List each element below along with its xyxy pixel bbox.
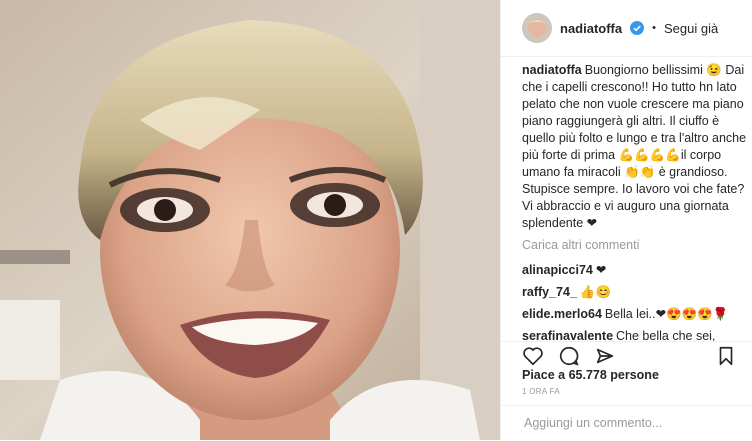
post-sidebar: nadiatoffa • Segui già nadiatoffa Buongio… xyxy=(500,0,752,440)
comment-username[interactable]: alinapicci74 xyxy=(522,263,593,277)
comment-text: Bella lei..❤😍😍😍🌹 xyxy=(604,307,729,321)
likes-count[interactable]: Piace a 65.778 persone xyxy=(522,368,659,382)
avatar[interactable] xyxy=(522,13,552,43)
comments-list: nadiatoffa Buongiorno bellissimi 😉 Dai ch… xyxy=(522,62,752,341)
comment-item: elide.merlo64 Bella lei..❤😍😍😍🌹 xyxy=(522,306,752,323)
post-header: nadiatoffa • Segui già xyxy=(501,0,752,57)
comment-username[interactable]: raffy_74_ xyxy=(522,285,577,299)
share-icon[interactable] xyxy=(594,345,616,367)
instagram-post: nadiatoffa • Segui già nadiatoffa Buongio… xyxy=(0,0,752,440)
separator: • xyxy=(652,22,656,34)
action-bar xyxy=(501,341,752,368)
comment-text: 👍😊 xyxy=(579,285,612,299)
comment-item: raffy_74_ 👍😊 xyxy=(522,284,752,301)
comment-username[interactable]: serafinavalente xyxy=(522,329,613,341)
add-comment-input[interactable] xyxy=(522,415,726,431)
follow-button[interactable]: Segui già xyxy=(664,21,718,36)
post-photo[interactable] xyxy=(0,0,500,440)
load-more-comments[interactable]: Carica altri commenti xyxy=(522,237,752,254)
comment-item: serafinavalenteChe bella che sei, comunq… xyxy=(522,328,752,341)
caption-text: Buongiorno bellissimi 😉 Dai che i capell… xyxy=(522,63,747,230)
caption: nadiatoffa Buongiorno bellissimi 😉 Dai ch… xyxy=(522,62,752,232)
verified-badge-icon xyxy=(630,21,645,35)
comment-icon[interactable] xyxy=(558,345,580,367)
username[interactable]: nadiatoffa xyxy=(560,21,622,36)
add-comment-bar xyxy=(501,405,752,441)
comment-text: ❤ xyxy=(595,263,607,277)
caption-username[interactable]: nadiatoffa xyxy=(522,63,582,77)
portrait-image xyxy=(0,0,500,440)
comment-item: alinapicci74 ❤ xyxy=(522,262,752,279)
comment-username[interactable]: elide.merlo64 xyxy=(522,307,602,321)
bookmark-icon[interactable] xyxy=(715,345,737,367)
post-timestamp: 1 ORA FA xyxy=(522,387,560,396)
heart-icon[interactable] xyxy=(522,345,544,367)
